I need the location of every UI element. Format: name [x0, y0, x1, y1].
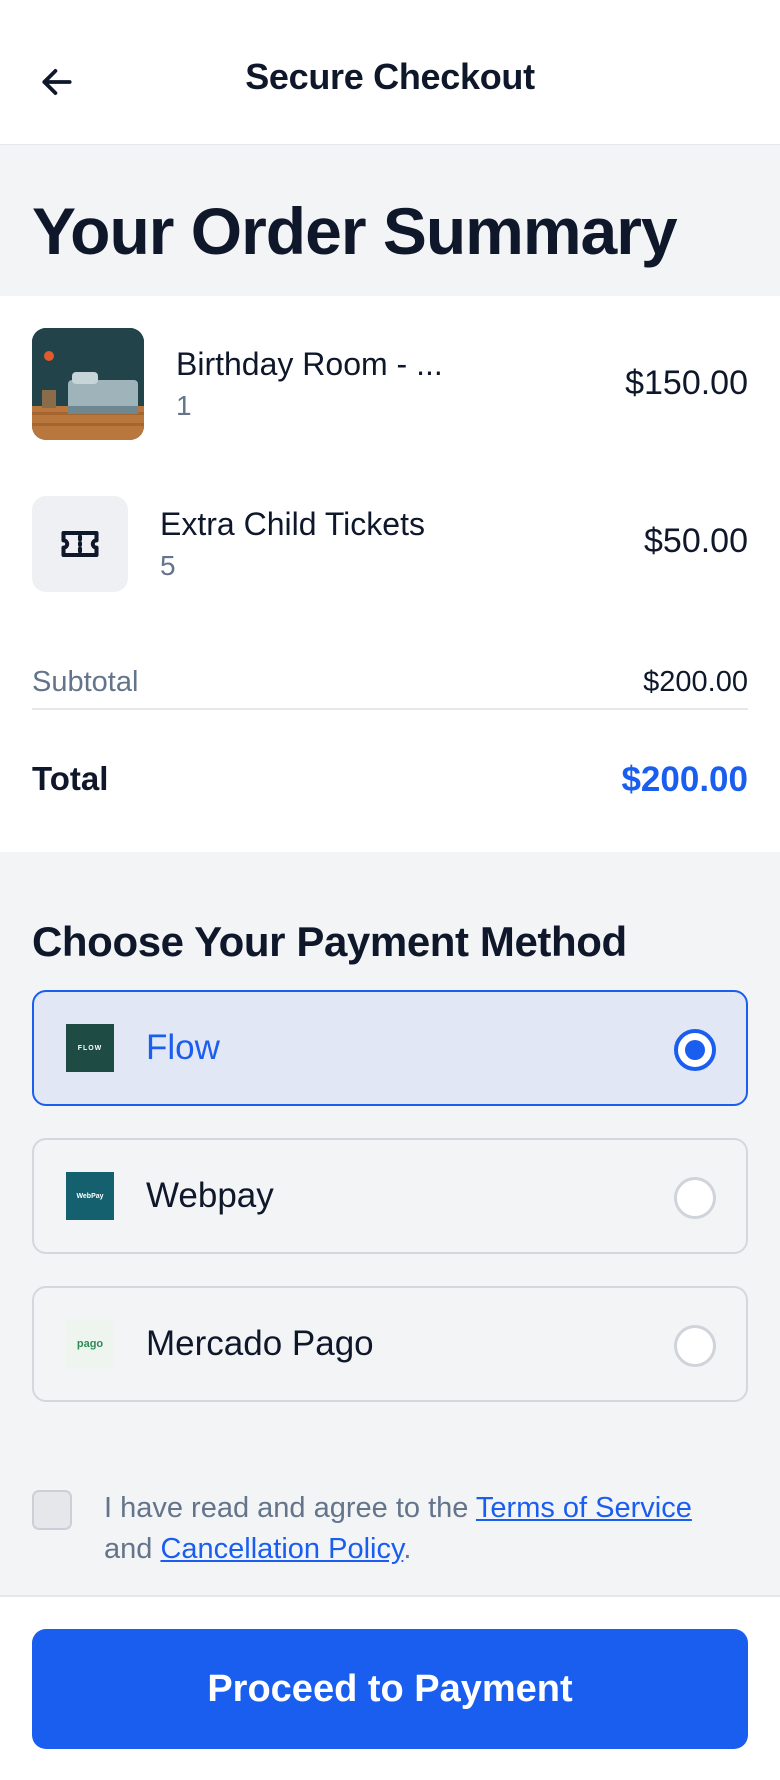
webpay-logo-text: WebPay	[76, 1192, 104, 1200]
order-summary-card: Birthday Room - ... 1 $150.00 Extra Chil…	[0, 296, 780, 852]
ticket-icon	[61, 530, 99, 558]
payment-option-flow[interactable]: FLOW Flow	[32, 990, 748, 1106]
total-row: Total $200.00	[32, 760, 748, 810]
terms-of-service-link[interactable]: Terms of Service	[476, 1492, 692, 1524]
proceed-to-payment-button[interactable]: Proceed to Payment	[32, 1629, 748, 1749]
terms-checkbox[interactable]	[32, 1490, 72, 1530]
radio-button-selected[interactable]	[674, 1029, 716, 1071]
terms-middle: and	[104, 1533, 161, 1565]
flow-logo: FLOW	[66, 1024, 114, 1072]
payment-option-label: Mercado Pago	[146, 1324, 374, 1363]
top-app-bar: Secure Checkout	[0, 0, 780, 145]
payment-option-mercado-pago[interactable]: pago Mercado Pago	[32, 1286, 748, 1402]
total-label: Total	[32, 760, 109, 797]
total-value: $200.00	[621, 760, 748, 799]
webpay-logo: WebPay	[66, 1172, 114, 1220]
order-summary-title: Your Order Summary	[32, 194, 678, 268]
radio-button[interactable]	[674, 1325, 716, 1367]
payment-method-title: Choose Your Payment Method	[32, 918, 627, 965]
bedroom-photo	[32, 328, 144, 440]
radio-button[interactable]	[674, 1177, 716, 1219]
subtotal-row: Subtotal $200.00	[32, 666, 748, 710]
ticket-thumbnail	[32, 496, 128, 592]
item-quantity: 5	[160, 550, 176, 581]
terms-text: I have read and agree to the Terms of Se…	[104, 1488, 748, 1570]
terms-suffix: .	[403, 1533, 412, 1565]
item-price: $50.00	[644, 522, 748, 560]
terms-agreement: I have read and agree to the Terms of Se…	[32, 1488, 748, 1568]
item-price: $150.00	[625, 364, 748, 402]
payment-option-label: Webpay	[146, 1176, 274, 1215]
item-quantity: 1	[176, 390, 192, 421]
item-name: Birthday Room - ...	[176, 346, 443, 382]
subtotal-value: $200.00	[643, 666, 748, 698]
flow-logo-text: FLOW	[77, 1044, 103, 1052]
payment-option-label: Flow	[146, 1028, 220, 1067]
mercado-pago-logo-text: pago	[76, 1338, 104, 1350]
payment-option-webpay[interactable]: WebPay Webpay	[32, 1138, 748, 1254]
page-title: Secure Checkout	[245, 56, 535, 97]
subtotal-label: Subtotal	[32, 666, 139, 698]
item-name: Extra Child Tickets	[160, 506, 425, 542]
terms-prefix: I have read and agree to the	[104, 1492, 476, 1524]
order-item-birthday-room: Birthday Room - ... 1 $150.00	[32, 328, 748, 440]
order-summary-header: Your Order Summary	[0, 145, 780, 296]
cancellation-policy-link[interactable]: Cancellation Policy	[160, 1533, 403, 1565]
mercado-pago-logo: pago	[66, 1320, 114, 1368]
order-item-extra-child-tickets: Extra Child Tickets 5 $50.00	[32, 496, 748, 608]
bottom-action-bar: Proceed to Payment	[0, 1595, 780, 1780]
